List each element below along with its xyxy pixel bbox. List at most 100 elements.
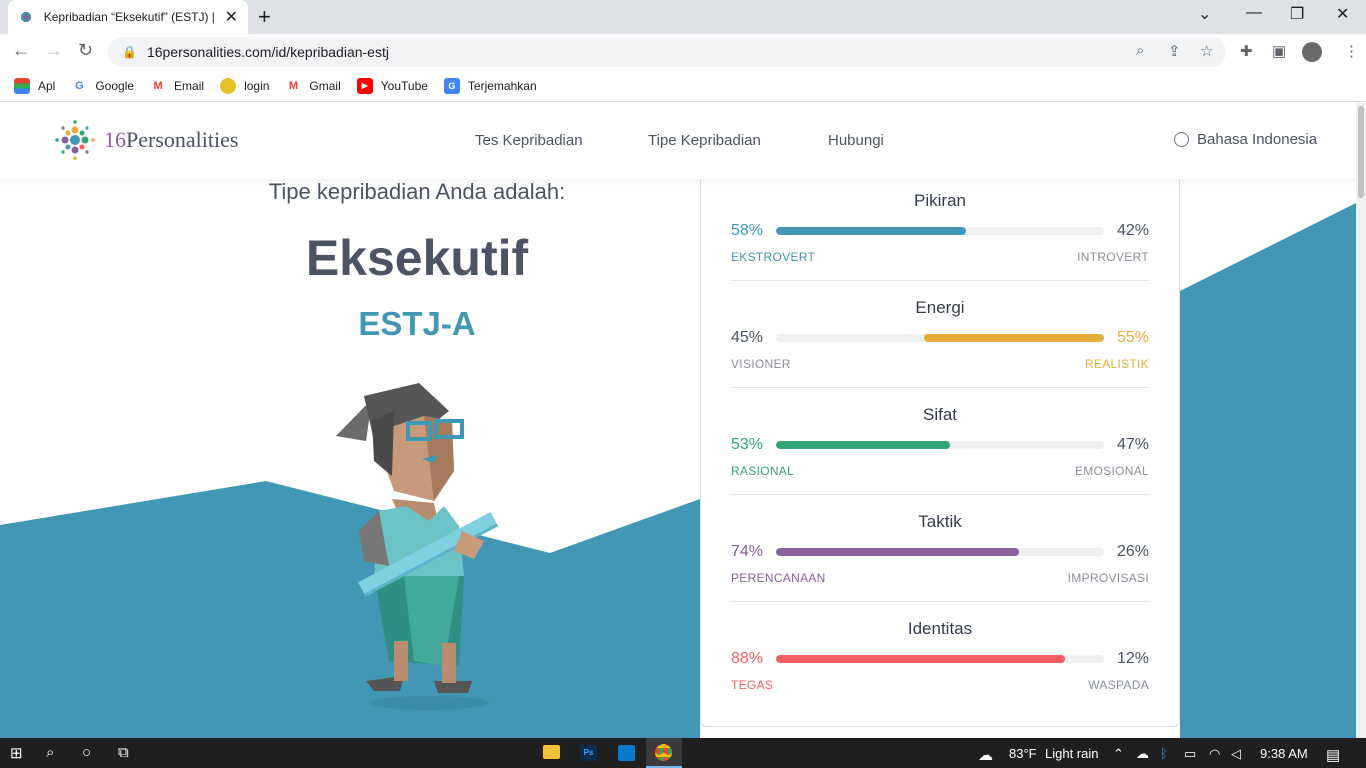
wifi-icon[interactable]: ◠: [1209, 746, 1220, 762]
bookmark-star-icon[interactable]: ☆: [1200, 42, 1213, 60]
file-explorer-icon[interactable]: [543, 745, 560, 759]
battery-icon[interactable]: ▭: [1184, 746, 1196, 762]
browser-tab[interactable]: Kepribadian “Eksekutif” (ESTJ) | 16 ✕: [8, 0, 248, 34]
language-selector[interactable]: Bahasa Indonesia: [1174, 131, 1317, 148]
volume-icon[interactable]: ◁: [1231, 746, 1241, 762]
onedrive-icon[interactable]: ☁: [1136, 746, 1149, 762]
trait-bar: [776, 441, 1104, 449]
site-favicon-icon: [18, 9, 34, 25]
trait-right-percent: 12%: [1116, 650, 1149, 667]
globe-icon: [1174, 132, 1189, 147]
bookmark-gmail[interactable]: M Gmail: [285, 78, 341, 94]
profile-avatar[interactable]: [1302, 42, 1322, 62]
lock-icon: 🔒: [122, 45, 137, 59]
zoom-icon[interactable]: ⌕: [1136, 42, 1144, 59]
clock-time[interactable]: 9:38 AM: [1260, 746, 1308, 761]
back-arrow-icon[interactable]: ←: [12, 40, 30, 61]
side-panel-icon[interactable]: ▣: [1272, 42, 1286, 60]
type-name: Eksekutif: [305, 230, 529, 286]
browser-toolbar: ← → ↻ 🔒 16personalities.com/id/kepribadi…: [0, 34, 1366, 70]
close-tab-icon[interactable]: ✕: [225, 7, 238, 27]
trait-right-label: EMOSIONAL: [1074, 464, 1149, 478]
trait-title: Energi: [915, 298, 965, 317]
gmail-icon: M: [153, 79, 163, 92]
trait-right-percent: 26%: [1116, 543, 1149, 560]
trait-row: Taktik 74% 26% PERENCANAAN IMPROVISASI: [731, 495, 1149, 602]
share-icon[interactable]: ⇪: [1168, 42, 1181, 60]
minimize-icon[interactable]: —: [1246, 4, 1262, 22]
bookmark-label: Google: [95, 78, 135, 93]
vscode-icon[interactable]: [618, 745, 635, 761]
trait-left-label: VISIONER: [731, 357, 791, 371]
close-window-icon[interactable]: ✕: [1336, 4, 1349, 24]
trait-right-label: IMPROVISASI: [1067, 571, 1149, 585]
tab-search-chevron-icon[interactable]: ⌄: [1198, 4, 1211, 24]
bookmark-label: Apl: [38, 78, 56, 93]
trait-bar-fill: [776, 227, 967, 235]
bookmark-apps[interactable]: Apl: [14, 77, 56, 94]
web-page: 16Personalities Tes Kepribadian Tipe Kep…: [0, 103, 1356, 738]
trait-left-percent: 53%: [731, 436, 764, 453]
nav-tipe-kepribadian[interactable]: Tipe Kepribadian: [648, 132, 761, 149]
bookmark-translate[interactable]: G Terjemahkan: [443, 77, 537, 94]
university-logo-icon: [220, 77, 237, 94]
bookmark-google[interactable]: G Google: [71, 78, 134, 94]
trait-bar: [776, 548, 1104, 556]
youtube-icon: ▶: [356, 77, 373, 94]
trait-left-label: EKSTROVERT: [731, 250, 816, 264]
restore-icon[interactable]: ❐: [1290, 4, 1304, 24]
tab-title: Kepribadian “Eksekutif” (ESTJ) | 16: [43, 10, 219, 24]
trait-bar-fill: [776, 655, 1065, 663]
trait-left-label: RASIONAL: [731, 464, 795, 478]
forward-arrow-icon[interactable]: →: [45, 40, 63, 61]
trait-title: Sifat: [922, 405, 958, 424]
character-illustration: [336, 383, 499, 710]
photoshop-icon[interactable]: Ps: [580, 745, 597, 761]
result-intro: Tipe kepribadian Anda adalah:: [268, 179, 566, 204]
trait-left-percent: 88%: [731, 650, 764, 667]
weather-text[interactable]: Light rain: [1045, 746, 1098, 761]
google-icon: G: [75, 79, 84, 92]
notification-icon[interactable]: ▤: [1326, 746, 1340, 764]
trait-left-percent: 58%: [731, 222, 764, 239]
trait-bar: [776, 655, 1104, 663]
language-label: Bahasa Indonesia: [1197, 131, 1318, 148]
brand-word: Personalities: [126, 127, 239, 152]
logo-dots-icon: [55, 120, 95, 160]
task-view-icon[interactable]: ⧉: [118, 744, 129, 761]
scrollbar-thumb[interactable]: [1358, 106, 1364, 198]
bluetooth-icon[interactable]: ᛒ: [1160, 746, 1168, 761]
search-icon[interactable]: ⌕: [46, 744, 54, 761]
nav-tes-kepribadian[interactable]: Tes Kepribadian: [475, 132, 583, 149]
cortana-icon[interactable]: ○: [82, 744, 91, 761]
trait-right-label: REALISTIK: [1084, 357, 1149, 371]
translate-icon: G: [443, 77, 460, 94]
bookmarks-bar: Apl G Google M Email login M Gmail ▶ You…: [0, 70, 1366, 102]
site-header: 16Personalities Tes Kepribadian Tipe Kep…: [0, 103, 1356, 179]
menu-kebab-icon[interactable]: ⋮: [1344, 42, 1359, 60]
reload-icon[interactable]: ↻: [78, 40, 93, 61]
nav-hubungi[interactable]: Hubungi: [828, 132, 884, 149]
bookmark-email[interactable]: M Email: [150, 78, 204, 94]
bookmark-label: YouTube: [380, 78, 428, 93]
trait-title: Pikiran: [914, 191, 966, 210]
site-logo[interactable]: 16Personalities: [54, 119, 238, 161]
brand-name: 16Personalities: [104, 127, 238, 153]
weather-temp[interactable]: 83°F: [1009, 746, 1037, 761]
new-tab-icon[interactable]: +: [258, 4, 271, 30]
bookmark-youtube[interactable]: ▶ YouTube: [356, 77, 428, 94]
windows-start-icon[interactable]: ⊞: [10, 744, 23, 762]
trait-right-label: INTROVERT: [1077, 250, 1149, 264]
trait-row: Sifat 53% 47% RASIONAL EMOSIONAL: [731, 388, 1149, 495]
bookmark-login[interactable]: login: [220, 77, 269, 94]
windows-taskbar: ⊞ ⌕ ○ ⧉ Ps ☁ 83°F Light rain ⌃ ☁ ᛒ ▭ ◠ ◁…: [0, 738, 1366, 768]
address-bar[interactable]: 🔒 16personalities.com/id/kepribadian-est…: [108, 37, 1226, 67]
chevron-up-icon[interactable]: ⌃: [1113, 746, 1124, 762]
trait-left-percent: 74%: [731, 543, 764, 560]
page-scrollbar[interactable]: [1356, 103, 1366, 738]
trait-left-label: PERENCANAAN: [731, 571, 826, 585]
brand-number: 16: [104, 127, 126, 152]
trait-title: Identitas: [907, 619, 973, 638]
extensions-icon[interactable]: ✚: [1240, 42, 1253, 60]
traits-card: Pikiran 58% 42% EKSTROVERT INTROVERT Energi 45…: [700, 173, 1180, 727]
